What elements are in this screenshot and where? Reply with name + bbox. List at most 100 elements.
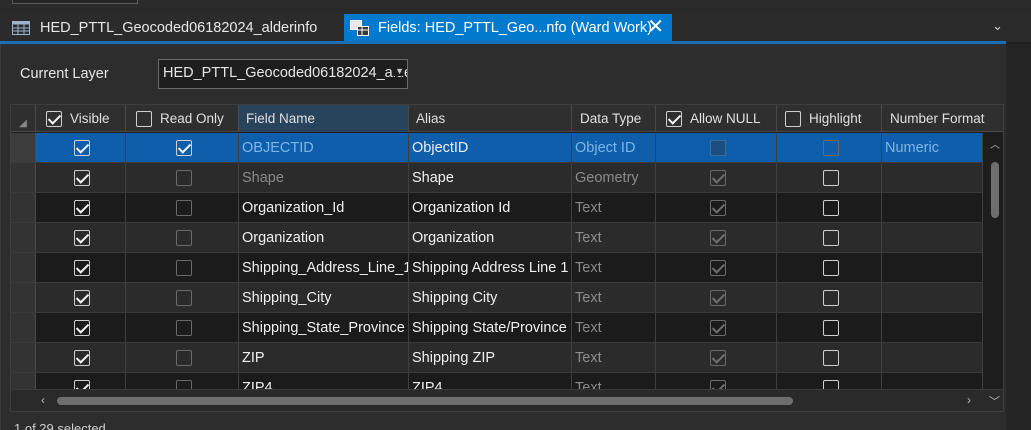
horizontal-scrollbar[interactable]: ‹ › ﹀ (11, 389, 1003, 411)
cell-allow-null[interactable] (656, 283, 777, 312)
table-row[interactable]: ZIP Shipping ZIP Text (11, 343, 983, 373)
read-only-checkbox[interactable] (175, 349, 192, 366)
highlight-checkbox[interactable] (822, 139, 839, 156)
column-read-only[interactable]: Read Only (126, 105, 239, 132)
cell-data-type[interactable]: Text (572, 193, 656, 222)
cell-visible[interactable] (36, 133, 126, 162)
read-only-checkbox[interactable] (175, 139, 192, 156)
highlight-checkbox[interactable] (822, 319, 839, 336)
scroll-left-icon[interactable]: ‹ (41, 393, 45, 407)
cell-number-format[interactable] (882, 253, 983, 282)
cell-alias[interactable]: Shape (409, 163, 572, 192)
cell-highlight[interactable] (777, 283, 882, 312)
visible-checkbox[interactable] (74, 259, 90, 276)
cell-read-only[interactable] (126, 163, 239, 192)
cell-data-type[interactable]: Geometry (572, 163, 656, 192)
read-only-checkbox[interactable] (175, 199, 192, 216)
highlight-checkbox[interactable] (822, 349, 839, 366)
cell-alias[interactable]: Organization Id (409, 193, 572, 222)
cell-highlight[interactable] (777, 223, 882, 252)
allow-null-checkbox[interactable] (709, 169, 726, 186)
cell-data-type[interactable]: Text (572, 223, 656, 252)
cell-allow-null[interactable] (656, 313, 777, 342)
cell-data-type[interactable]: Object ID (572, 133, 656, 162)
cell-highlight[interactable] (777, 253, 882, 282)
read-only-checkbox[interactable] (175, 289, 192, 306)
cell-visible[interactable] (36, 343, 126, 372)
column-alias[interactable]: Alias (409, 105, 572, 132)
cell-read-only[interactable] (126, 343, 239, 372)
column-number-format[interactable]: Number Format (882, 105, 1003, 132)
cell-alias[interactable]: ObjectID (409, 133, 572, 162)
cell-visible[interactable] (36, 223, 126, 252)
highlight-checkbox[interactable] (822, 229, 839, 246)
cell-field-name[interactable]: Shipping_State_Province (239, 313, 409, 342)
highlight-header-checkbox[interactable] (785, 110, 801, 127)
cell-read-only[interactable] (126, 253, 239, 282)
vertical-scrollbar[interactable]: ︿ (987, 132, 1003, 390)
cell-visible[interactable] (36, 163, 126, 192)
cell-number-format[interactable] (882, 313, 983, 342)
visible-header-checkbox[interactable] (46, 110, 62, 127)
allow-null-checkbox[interactable] (709, 319, 726, 336)
cell-visible[interactable] (36, 193, 126, 222)
cell-read-only[interactable] (126, 313, 239, 342)
cell-highlight[interactable] (777, 133, 882, 162)
chevron-down-icon[interactable]: ⌄ (992, 18, 1003, 34)
visible-checkbox[interactable] (74, 289, 90, 306)
cell-number-format[interactable] (882, 223, 983, 252)
read-only-checkbox[interactable] (175, 259, 192, 276)
scroll-right-icon[interactable]: › (967, 393, 971, 407)
cell-read-only[interactable] (126, 193, 239, 222)
cell-read-only[interactable] (126, 223, 239, 252)
cell-field-name[interactable]: Organization_Id (239, 193, 409, 222)
visible-checkbox[interactable] (74, 199, 90, 216)
cell-data-type[interactable]: Text (572, 343, 656, 372)
cell-alias[interactable]: Shipping Address Line 1 (409, 253, 572, 282)
row-header[interactable] (11, 313, 36, 342)
table-row[interactable]: Shape Shape Geometry (11, 163, 983, 193)
cell-field-name[interactable]: Shape (239, 163, 409, 192)
cell-visible[interactable] (36, 283, 126, 312)
row-header[interactable] (11, 283, 36, 312)
visible-checkbox[interactable] (74, 229, 90, 246)
visible-checkbox[interactable] (74, 319, 90, 336)
cell-read-only[interactable] (126, 283, 239, 312)
cell-number-format[interactable] (882, 193, 983, 222)
read-only-header-checkbox[interactable] (136, 110, 152, 127)
table-row[interactable]: Shipping_City Shipping City Text (11, 283, 983, 313)
column-highlight[interactable]: Highlight (777, 105, 882, 132)
column-visible[interactable]: Visible (36, 105, 126, 132)
cell-field-name[interactable]: Organization (239, 223, 409, 252)
cell-allow-null[interactable] (656, 343, 777, 372)
highlight-checkbox[interactable] (822, 199, 839, 216)
cell-alias[interactable]: Organization (409, 223, 572, 252)
allow-null-checkbox[interactable] (709, 139, 726, 156)
row-header[interactable] (11, 133, 36, 162)
table-row[interactable]: Shipping_Address_Line_1 Shipping Address … (11, 253, 983, 283)
scroll-up-icon[interactable]: ︿ (990, 136, 1000, 151)
cell-alias[interactable]: Shipping City (409, 283, 572, 312)
cell-alias[interactable]: Shipping State/Province (409, 313, 572, 342)
cell-visible[interactable] (36, 313, 126, 342)
scroll-down-icon[interactable]: ﹀ (989, 393, 1000, 409)
cell-field-name[interactable]: ZIP (239, 343, 409, 372)
cell-read-only[interactable] (126, 133, 239, 162)
visible-checkbox[interactable] (74, 349, 90, 366)
row-header[interactable] (11, 343, 36, 372)
table-row[interactable]: OBJECTID ObjectID Object ID Numeric (11, 133, 983, 163)
cell-field-name[interactable]: Shipping_Address_Line_1 (239, 253, 409, 282)
cell-highlight[interactable] (777, 163, 882, 192)
horizontal-scroll-thumb[interactable] (57, 397, 793, 405)
highlight-checkbox[interactable] (822, 289, 839, 306)
row-header[interactable] (11, 223, 36, 252)
table-row[interactable]: Organization Organization Text (11, 223, 983, 253)
tab-attribute-table[interactable]: HED_PTTL_Geocoded06182024_alderinfo (12, 14, 342, 42)
cell-allow-null[interactable] (656, 163, 777, 192)
column-data-type[interactable]: Data Type (572, 105, 656, 132)
column-allow-null[interactable]: Allow NULL (656, 105, 777, 132)
cell-number-format[interactable] (882, 283, 983, 312)
cell-data-type[interactable]: Text (572, 283, 656, 312)
allow-null-checkbox[interactable] (709, 259, 726, 276)
cell-data-type[interactable]: Text (572, 253, 656, 282)
